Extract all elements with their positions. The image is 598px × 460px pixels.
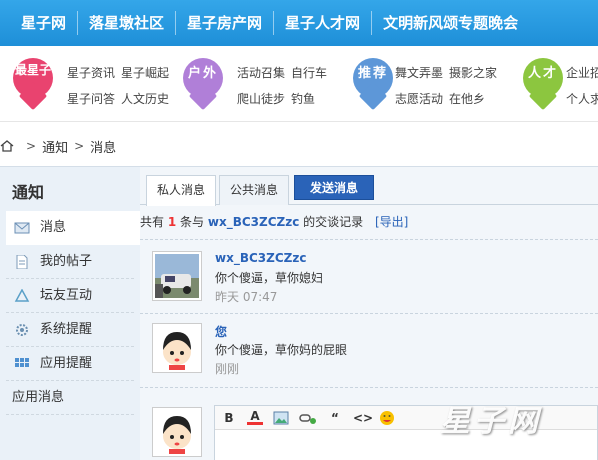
gear-icon: [16, 324, 28, 336]
image-icon[interactable]: [273, 411, 289, 425]
sidebar-item-app-messages[interactable]: 应用消息: [6, 381, 134, 415]
quote-button[interactable]: “: [327, 411, 343, 425]
message-sender[interactable]: wx_BC3ZCZzc: [215, 251, 306, 265]
site-watermark: 星子网: [440, 404, 542, 439]
avatar[interactable]: [152, 323, 202, 373]
code-button[interactable]: <>: [353, 411, 373, 425]
sidebar-item-my-posts[interactable]: 我的帖子: [6, 245, 134, 279]
sidebar-item-label: 坛友互动: [40, 288, 93, 303]
category-link[interactable]: 自行车: [291, 60, 327, 86]
sidebar-item-label: 我的帖子: [40, 254, 93, 269]
sidebar-item-messages[interactable]: 消息: [6, 211, 140, 245]
message-time: 昨天 07:47: [215, 290, 278, 304]
category-link[interactable]: 人文历史: [121, 86, 169, 112]
pin-label: 推荐: [357, 66, 388, 81]
category-link[interactable]: 星子问答: [67, 86, 115, 112]
category-link[interactable]: 舞文弄墨: [395, 60, 443, 86]
nav-link-gala[interactable]: 文明新风颂专题晚会: [372, 11, 529, 35]
top-navigation: 星子网 落星墩社区 星子房产网 星子人才网 文明新风颂专题晚会: [0, 0, 598, 46]
sidebar-title: 通知: [12, 183, 45, 202]
map-pin-icon: 推荐: [350, 56, 396, 112]
pin-label: 户外: [187, 66, 218, 81]
category-link[interactable]: 星子资讯: [67, 60, 115, 86]
tab-public-messages[interactable]: 公共消息: [219, 175, 290, 205]
message-text: 你个傻逼，草你媳妇: [215, 271, 324, 285]
category-link[interactable]: 摄影之家: [449, 60, 497, 86]
nav-link-jobs[interactable]: 星子人才网: [274, 11, 373, 35]
nav-link-realestate[interactable]: 星子房产网: [176, 11, 275, 35]
recycle-icon: [14, 289, 30, 302]
conversation-user-link[interactable]: wx_BC3ZCZzc: [208, 215, 299, 229]
pin-label: 人才: [527, 66, 558, 81]
category-link[interactable]: 星子崛起: [121, 60, 169, 86]
sidebar: 通知 消息 我的帖子 坛友互动 系统提醒 应用提醒 应用消息: [0, 166, 140, 460]
summary-mid: 条与: [180, 215, 205, 229]
category-link[interactable]: 爬山徒步: [237, 86, 285, 112]
message-text: 你个傻逼，草你妈的屁眼: [215, 343, 348, 357]
category-strip: 最星子 星子资讯 星子崛起 星子问答 人文历史 户外 活动召集 自行车 爬山徒步 钓鱼 …: [0, 46, 598, 122]
divider: [140, 313, 598, 314]
category-link[interactable]: 活动召集: [237, 60, 285, 86]
summary-suffix: 的交谈记录: [303, 215, 364, 229]
breadcrumb-notice[interactable]: 通知: [42, 137, 68, 156]
pin-label: 最星子: [14, 63, 51, 77]
sidebar-item-label: 系统提醒: [40, 322, 93, 337]
category-link[interactable]: 志愿活动: [395, 86, 443, 112]
category-link[interactable]: 钓鱼: [291, 86, 315, 112]
breadcrumb: > 通知 > 消息: [0, 132, 116, 160]
message-time: 刚刚: [215, 362, 240, 376]
home-icon[interactable]: [0, 140, 14, 152]
avatar: [152, 407, 202, 457]
sidebar-item-app-alerts[interactable]: 应用提醒: [6, 347, 134, 381]
nav-link-community[interactable]: 落星墩社区: [78, 11, 177, 35]
map-pin-icon: 人才: [520, 56, 566, 112]
category-link[interactable]: 个人求: [566, 86, 598, 112]
tab-bar: 私人消息 公共消息 发送消息: [140, 167, 598, 206]
tab-private-messages[interactable]: 私人消息: [146, 175, 217, 206]
sidebar-item-system-alerts[interactable]: 系统提醒: [6, 313, 134, 347]
message-count: 1: [167, 215, 177, 229]
cartoon-avatar-icon: [155, 410, 199, 454]
link-icon[interactable]: [299, 411, 317, 425]
nav-link-xingzi[interactable]: 星子网: [0, 11, 79, 35]
export-link[interactable]: [导出]: [375, 215, 408, 229]
bold-button[interactable]: B: [221, 411, 237, 425]
summary-prefix: 共有: [140, 215, 165, 229]
divider: [140, 387, 598, 388]
document-icon: [16, 255, 28, 269]
message-item: wx_BC3ZCZzc 你个傻逼，草你媳妇 昨天 07:47: [152, 251, 592, 311]
divider: [140, 239, 598, 240]
sidebar-item-interaction[interactable]: 坛友互动: [6, 279, 134, 313]
font-color-button[interactable]: A: [247, 410, 263, 425]
chevron-right-icon: >: [26, 139, 37, 153]
map-pin-icon: 最星子: [10, 56, 56, 112]
message-item: 您 你个傻逼，草你妈的屁眼 刚刚: [152, 323, 592, 383]
map-pin-icon: 户外: [180, 56, 226, 112]
breadcrumb-messages: 消息: [90, 140, 117, 156]
avatar[interactable]: [152, 251, 202, 301]
send-message-button[interactable]: 发送消息: [294, 175, 374, 200]
conversation-summary: 共有 1 条与 wx_BC3ZCZzc 的交谈记录 [导出]: [140, 213, 408, 230]
sidebar-item-label: 应用提醒: [40, 356, 93, 371]
photo-avatar-icon: [155, 254, 199, 298]
emoji-icon[interactable]: [379, 410, 395, 426]
category-link[interactable]: 企业招: [566, 60, 598, 86]
envelope-icon: [14, 222, 30, 234]
grid-icon: [15, 358, 29, 367]
sidebar-item-label: 应用消息: [12, 390, 65, 405]
message-sender[interactable]: 您: [215, 323, 227, 340]
chevron-right-icon: >: [74, 139, 85, 153]
category-link[interactable]: 在他乡: [449, 86, 485, 112]
cartoon-avatar-icon: [155, 326, 199, 370]
sidebar-item-label: 消息: [40, 220, 67, 235]
